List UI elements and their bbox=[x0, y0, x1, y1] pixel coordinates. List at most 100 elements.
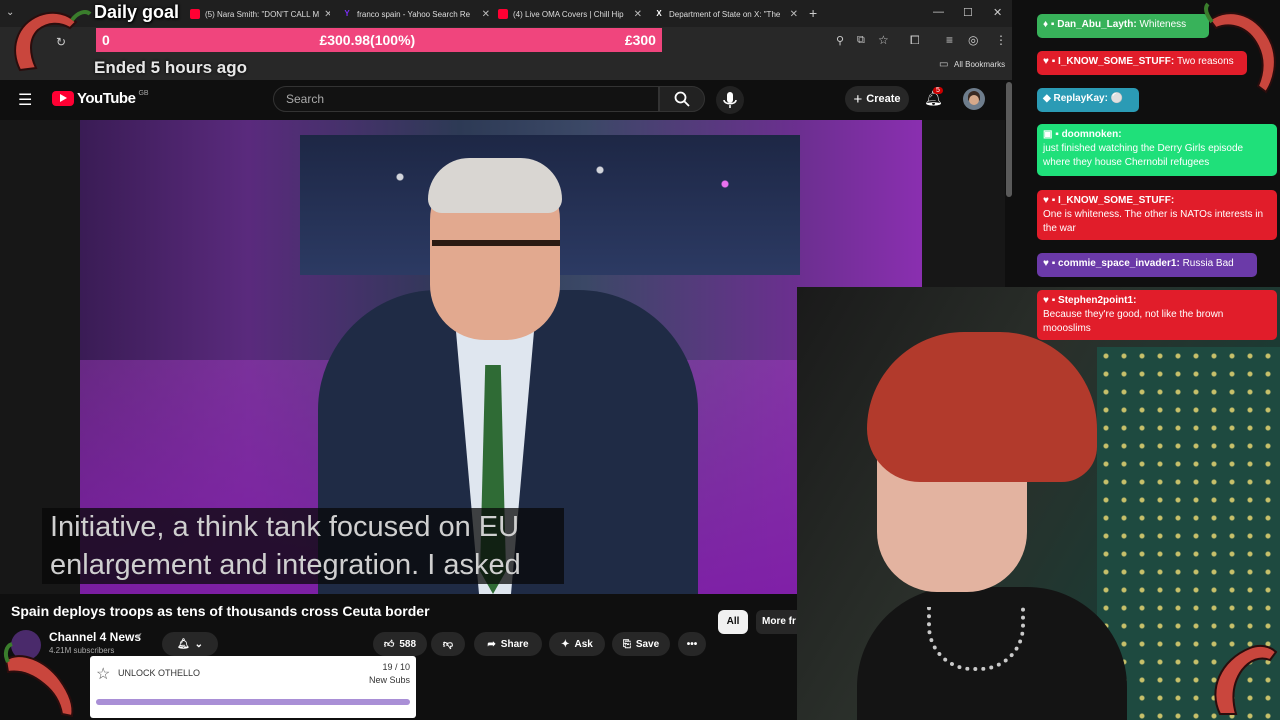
save-button[interactable]: ⎘ Save bbox=[612, 632, 670, 656]
region-code: GB bbox=[138, 90, 149, 97]
save-label: Save bbox=[635, 638, 660, 650]
more-horizontal-icon: ••• bbox=[686, 638, 698, 650]
chip-all[interactable]: All bbox=[718, 610, 748, 634]
chat-text: One is whiteness. The other is NATOs int… bbox=[1043, 209, 1264, 234]
all-bookmarks-link[interactable]: All Bookmarks bbox=[954, 60, 1005, 69]
page-scrollbar[interactable] bbox=[1006, 82, 1012, 197]
thumbs-down-icon: 👎︎ bbox=[442, 639, 454, 650]
tab-1[interactable]: (5) Nara Smith: "DON'T CALL M ✕ bbox=[190, 4, 330, 24]
heart-icon: ♥ ▪ bbox=[1043, 195, 1059, 206]
presenter-hair bbox=[428, 158, 562, 213]
tab-4[interactable]: X Department of State on X: "The ✕ bbox=[654, 4, 798, 24]
chat-user: ♦ ▪ bbox=[1043, 19, 1058, 30]
youtube-icon bbox=[498, 9, 508, 19]
new-tab-button[interactable]: + bbox=[809, 5, 817, 21]
search-icon bbox=[674, 91, 690, 107]
close-icon[interactable]: ✕ bbox=[790, 9, 798, 20]
media-icon[interactable]: ≡ bbox=[946, 33, 953, 47]
chili-pepper-decoration bbox=[14, 10, 92, 72]
youtube-logo[interactable]: YouTube GB bbox=[52, 90, 149, 107]
tab-3[interactable]: (4) Live OMA Covers | Chill Hip ✕ bbox=[498, 4, 642, 24]
chat-text: Russia Bad bbox=[1182, 258, 1234, 269]
plus-icon: + bbox=[853, 90, 863, 108]
tab-2[interactable]: Y franco spain - Yahoo Search Re ✕ bbox=[342, 4, 490, 24]
subscribed-button[interactable]: 🔔︎ ⌄ bbox=[162, 632, 218, 656]
cast-icon[interactable]: ⧉ bbox=[857, 34, 865, 47]
more-actions-button[interactable]: ••• bbox=[678, 632, 706, 656]
chevron-down-icon: ⌄ bbox=[194, 638, 204, 650]
heart-icon: ♥ ▪ bbox=[1043, 258, 1059, 269]
notifications-button[interactable]: 🔔︎ 5 bbox=[924, 87, 943, 108]
close-icon[interactable]: ✕ bbox=[634, 9, 642, 20]
subtitle-line-1: Initiative, a think tank focused on EU bbox=[50, 511, 520, 543]
bell-icon: 🔔︎ bbox=[176, 638, 190, 650]
maximize-icon[interactable]: ☐ bbox=[963, 6, 973, 19]
chat-message: ♥ ▪ commie_space_invader1: Russia Bad bbox=[1037, 253, 1257, 277]
video-subtitles: Initiative, a think tank focused on EU e… bbox=[42, 508, 564, 584]
youtube-wordmark: YouTube bbox=[77, 90, 136, 107]
heart-icon: ♥ ▪ bbox=[1043, 56, 1059, 67]
ask-button[interactable]: ✦ Ask bbox=[549, 632, 605, 656]
bookmarks-folder-icon: ▭ bbox=[939, 59, 949, 70]
share-button[interactable]: ➦ Share bbox=[474, 632, 542, 656]
close-icon[interactable]: ✕ bbox=[482, 9, 490, 20]
menu-kebab-icon[interactable]: ⋮ bbox=[995, 33, 1007, 47]
sub-progress-fill bbox=[96, 699, 410, 705]
chat-message: ▣ ▪ doomnoken: just finished watching th… bbox=[1037, 124, 1277, 176]
create-button[interactable]: + Create bbox=[845, 86, 909, 112]
sparkle-icon: ✦ bbox=[561, 638, 570, 650]
chat-username: I_KNOW_SOME_STUFF bbox=[1058, 56, 1171, 67]
chat-username: I_KNOW_SOME_STUFF bbox=[1058, 195, 1171, 206]
chat-message: ◆ ReplayKay: ⚪ bbox=[1037, 88, 1139, 112]
ask-label: Ask bbox=[574, 638, 593, 650]
search-input[interactable]: Search bbox=[273, 86, 659, 112]
star-icon[interactable]: ☆ bbox=[878, 33, 889, 47]
chat-username: doomnoken bbox=[1061, 129, 1119, 140]
create-label: Create bbox=[866, 93, 901, 105]
thumbs-up-icon: 👍︎ bbox=[383, 639, 395, 650]
presenter-glasses bbox=[432, 240, 560, 276]
chili-pepper-decoration bbox=[1203, 2, 1276, 94]
voice-search-button[interactable] bbox=[716, 86, 744, 114]
sub-goal-widget: ☆ UNLOCK OTHELLO 19 / 10 New Subs bbox=[90, 656, 416, 718]
like-button[interactable]: 👍︎ 588 bbox=[373, 632, 427, 656]
chat-text: Whiteness bbox=[1139, 19, 1187, 30]
heart-icon: ♥ ▪ bbox=[1043, 295, 1059, 306]
chip-more[interactable]: More fr bbox=[756, 610, 800, 634]
chat-message: ♥ ▪ I_KNOW_SOME_STUFF: One is whiteness.… bbox=[1037, 190, 1277, 240]
microphone-icon bbox=[723, 92, 737, 108]
share-icon: ➦ bbox=[487, 638, 496, 650]
sub-label: New Subs bbox=[368, 675, 410, 685]
verified-icon: ✔ bbox=[135, 631, 143, 641]
goal-progress-bar: 0 £300.98(100%) £300 bbox=[96, 28, 662, 52]
search-button[interactable] bbox=[659, 86, 705, 112]
youtube-play-icon bbox=[52, 91, 74, 106]
youtube-icon bbox=[190, 9, 200, 19]
like-count: 588 bbox=[399, 638, 417, 650]
tab-label: (5) Nara Smith: "DON'T CALL M bbox=[205, 9, 320, 19]
minimize-icon[interactable]: — bbox=[933, 6, 944, 18]
chat-text: just finished watching the Derry Girls e… bbox=[1043, 143, 1244, 168]
tab-label: franco spain - Yahoo Search Re bbox=[357, 9, 471, 19]
hamburger-menu-icon[interactable]: ☰ bbox=[18, 90, 32, 110]
profile-icon[interactable]: ◎ bbox=[968, 33, 978, 47]
goal-title: Daily goal bbox=[94, 2, 180, 22]
badge-icon: ◆ bbox=[1043, 93, 1054, 104]
unlock-label: UNLOCK OTHELLO bbox=[118, 668, 201, 678]
video-title: Spain deploys troops as tens of thousand… bbox=[11, 603, 430, 619]
chat-message: ♥ ▪ Stephen2point1: Because they're good… bbox=[1037, 290, 1277, 340]
yahoo-icon: Y bbox=[344, 9, 350, 18]
chili-pepper-decoration bbox=[3, 642, 74, 718]
person-hair bbox=[867, 332, 1097, 482]
avatar[interactable] bbox=[963, 88, 985, 110]
extensions-icon[interactable]: ⧠ bbox=[910, 33, 920, 48]
tab-label: Department of State on X: "The bbox=[669, 9, 781, 19]
goal-current: £300.98(100%) bbox=[319, 32, 416, 48]
window-close-icon[interactable]: ✕ bbox=[993, 6, 1002, 19]
chat-username: ReplayKay bbox=[1053, 93, 1105, 104]
dislike-button[interactable]: 👎︎ bbox=[431, 632, 465, 656]
close-icon[interactable]: ✕ bbox=[324, 9, 330, 20]
share-label: Share bbox=[500, 638, 529, 650]
zoom-icon[interactable]: ⚲ bbox=[836, 34, 844, 47]
chili-pepper-decoration bbox=[1214, 644, 1278, 715]
